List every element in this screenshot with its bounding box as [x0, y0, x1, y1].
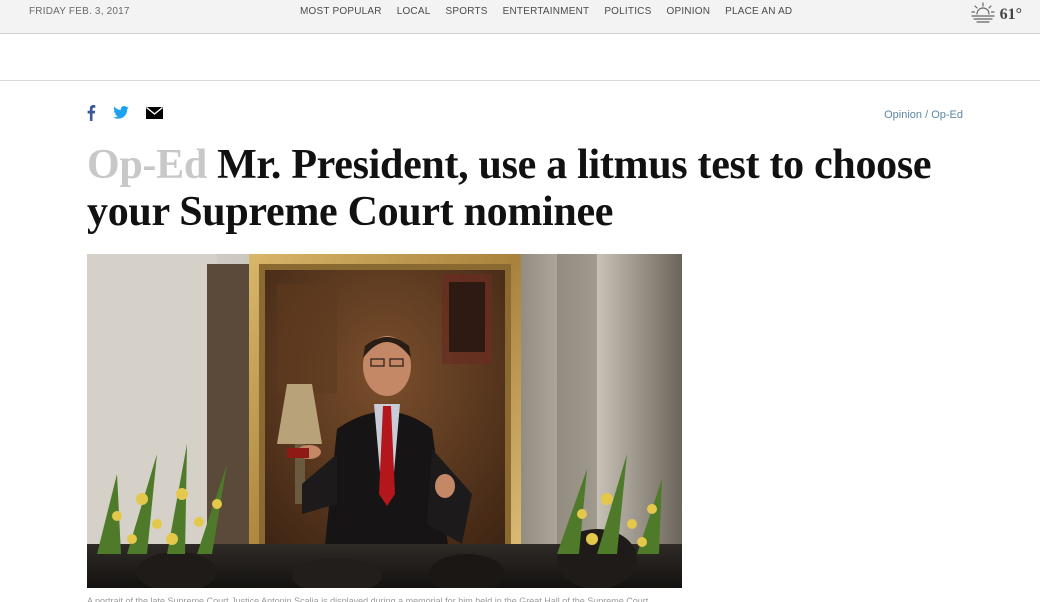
twitter-icon[interactable] — [113, 106, 129, 119]
sun-rising-icon — [970, 1, 996, 28]
top-bar: FRIDAY FEB. 3, 2017 MOST POPULAR LOCAL S… — [0, 0, 1040, 34]
breadcrumb-op-ed[interactable]: Op-Ed — [931, 109, 963, 121]
photo-caption: A portrait of the late Supreme Court Jus… — [87, 596, 651, 602]
nav-place-an-ad[interactable]: PLACE AN AD — [725, 6, 792, 17]
email-icon[interactable] — [146, 106, 163, 119]
portrait-illustration — [87, 254, 682, 588]
nav-local[interactable]: LOCAL — [397, 6, 431, 17]
nav-politics[interactable]: POLITICS — [604, 6, 651, 17]
facebook-icon[interactable] — [86, 104, 96, 121]
temperature: 61° — [999, 5, 1022, 23]
nav-most-popular[interactable]: MOST POPULAR — [300, 6, 382, 17]
share-bar — [86, 104, 180, 121]
lead-photo[interactable] — [87, 254, 682, 588]
breadcrumb-separator: / — [925, 109, 929, 121]
secondary-band — [0, 34, 1040, 81]
headline-title: Mr. President, use a litmus test to choo… — [87, 142, 932, 235]
nav-opinion[interactable]: OPINION — [666, 6, 710, 17]
breadcrumb: Opinion / Op-Ed — [884, 109, 963, 121]
headline-kicker: Op-Ed — [87, 142, 207, 188]
nav-sports[interactable]: SPORTS — [445, 6, 487, 17]
breadcrumb-opinion[interactable]: Opinion — [884, 109, 922, 121]
dateline: FRIDAY FEB. 3, 2017 — [29, 6, 130, 17]
article-headline: Op-Ed Mr. President, use a litmus test t… — [87, 142, 947, 236]
main-nav: MOST POPULAR LOCAL SPORTS ENTERTAINMENT … — [300, 6, 807, 17]
nav-entertainment[interactable]: ENTERTAINMENT — [503, 6, 590, 17]
weather-widget[interactable]: 61° — [970, 1, 1022, 28]
